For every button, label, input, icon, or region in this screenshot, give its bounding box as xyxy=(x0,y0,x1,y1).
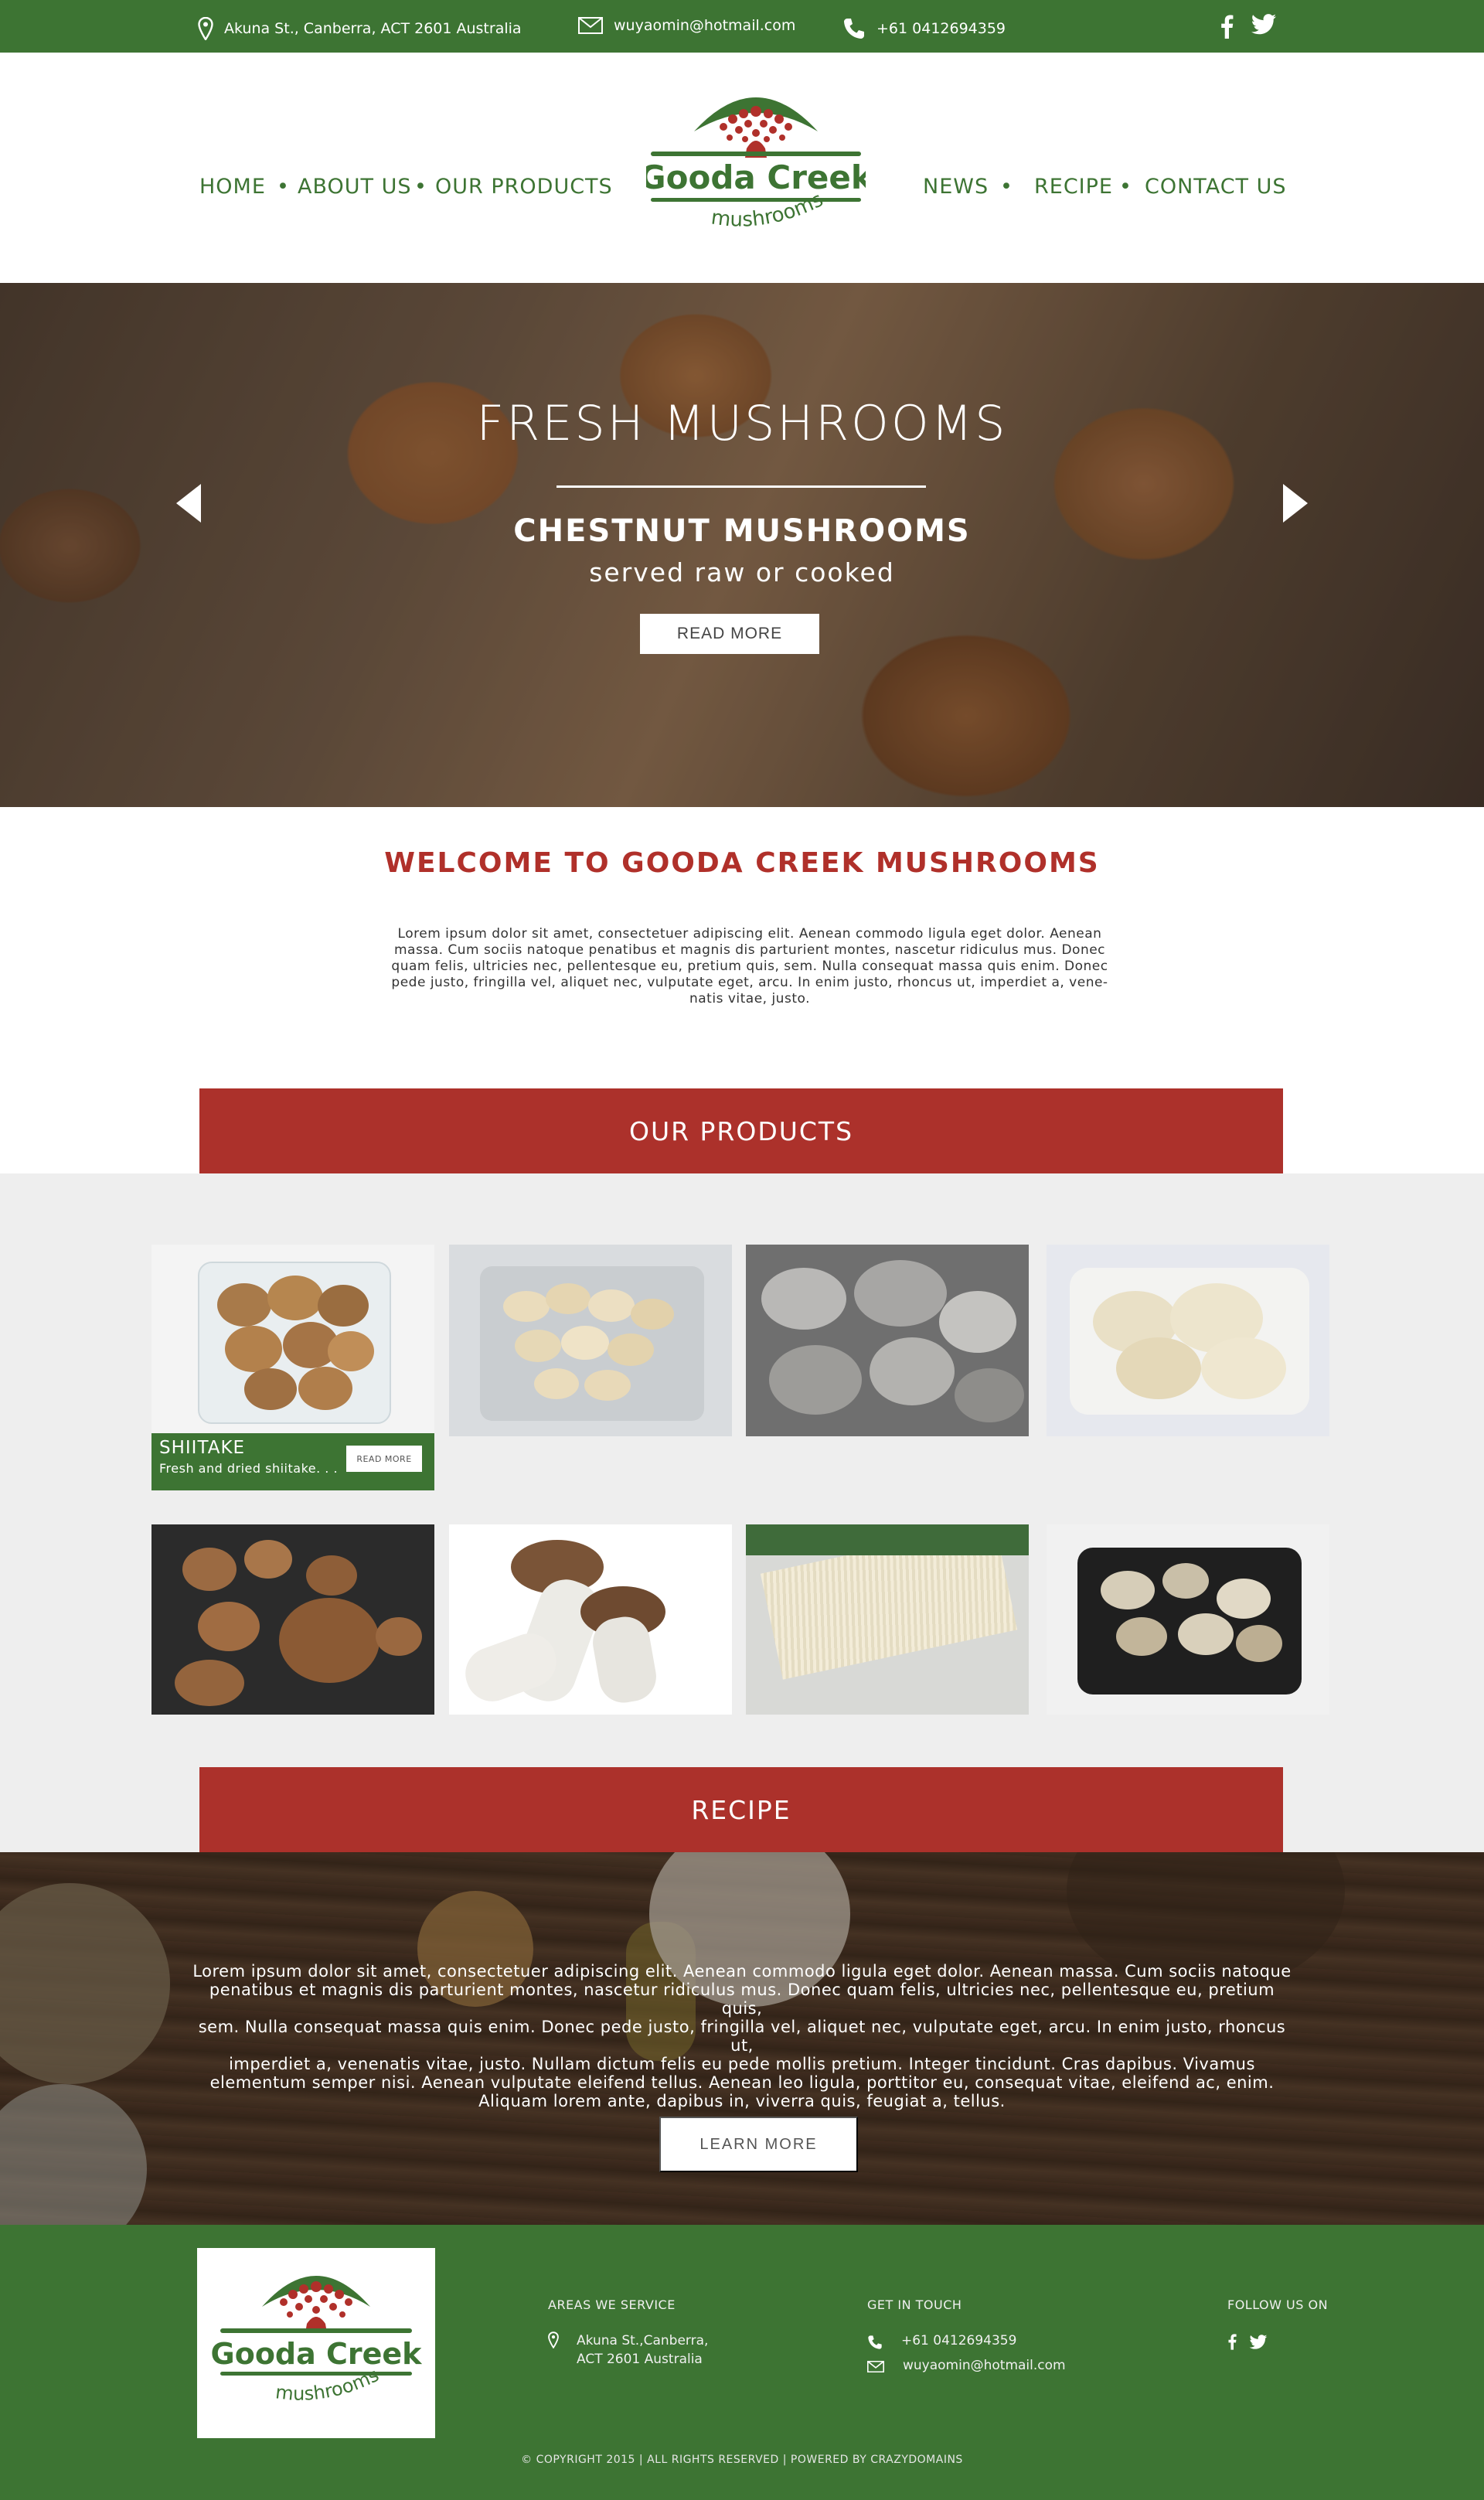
nav-separator: • xyxy=(414,175,427,199)
footer-address: Akuna St.,Canberra, ACT 2601 Australia xyxy=(577,2331,708,2369)
product-read-more-button[interactable]: READ MORE xyxy=(346,1446,422,1472)
our-products-heading: OUR PRODUCTS xyxy=(199,1088,1283,1173)
welcome-line: massa. Cum sociis natoque penatibus et m… xyxy=(393,942,1106,958)
footer-copyright: © COPYRIGHT 2015 | ALL RIGHTS RESERVED |… xyxy=(521,2454,963,2466)
nav-separator: • xyxy=(1119,175,1132,199)
product-caption-shiitake: SHIITAKE Fresh and dried shiitake. . . R… xyxy=(151,1433,434,1490)
footer-contact-heading: GET IN TOUCH xyxy=(867,2297,962,2312)
product-tile-enoki[interactable] xyxy=(746,1524,1029,1715)
footer-phone[interactable]: +61 0412694359 xyxy=(901,2331,1016,2350)
recipe-line: Lorem ipsum dolor sit amet, consectetuer… xyxy=(192,1962,1292,1981)
recipe-text: Lorem ipsum dolor sit amet, consectetuer… xyxy=(190,1962,1294,2110)
product-tile-mixed-tray[interactable] xyxy=(1047,1524,1329,1715)
welcome-line: Lorem ipsum dolor sit amet, consectetuer… xyxy=(397,926,1102,942)
nav-home[interactable]: HOME xyxy=(199,175,266,199)
nav-our-products[interactable]: OUR PRODUCTS xyxy=(435,175,613,199)
footer-mushroom-logo-graphic: Gooda Creek mushrooms xyxy=(211,2276,423,2405)
footer-twitter-icon[interactable] xyxy=(1249,2335,1268,2350)
topbar-social xyxy=(1220,14,1277,39)
mushroom-logo-graphic: Gooda Creek mushrooms xyxy=(639,97,873,232)
product-tile-oyster-grey[interactable] xyxy=(746,1245,1029,1436)
product-tile-white-beech[interactable] xyxy=(449,1245,732,1436)
welcome-line: natis vitae, justo. xyxy=(689,991,810,1006)
nav-about-us[interactable]: ABOUT US xyxy=(298,175,412,199)
nav-separator: • xyxy=(1000,175,1013,199)
recipe-heading: RECIPE xyxy=(199,1767,1283,1852)
recipe-line: sem. Nulla consequat massa quis enim. Do… xyxy=(198,2018,1286,2055)
recipe-line: penatibus et magnis dis parturient monte… xyxy=(209,1981,1275,2018)
header-logo[interactable]: Gooda Creek mushrooms xyxy=(639,71,873,252)
topbar-phone[interactable]: +61 0412694359 xyxy=(842,17,1006,40)
hero-read-more-button[interactable]: READ MORE xyxy=(640,614,819,654)
product-name: SHIITAKE xyxy=(159,1438,246,1458)
footer-areas-heading: AREAS WE SERVICE xyxy=(548,2297,676,2312)
logo-title: Gooda Creek xyxy=(646,158,866,196)
footer-location-pin-icon xyxy=(548,2331,559,2348)
topbar-phone-text[interactable]: +61 0412694359 xyxy=(876,20,1006,37)
product-tile-king-oyster[interactable] xyxy=(449,1524,732,1715)
welcome-title: WELCOME TO GOODA CREEK MUSHROOMS xyxy=(384,847,1100,879)
topbar-email-text[interactable]: wuyaomin@hotmail.com xyxy=(614,17,795,34)
footer-email[interactable]: wuyaomin@hotmail.com xyxy=(903,2356,1066,2375)
hero-title: FRESH MUSHROOMS xyxy=(476,395,1008,451)
product-tile-oyster-white[interactable] xyxy=(1047,1245,1329,1436)
topbar-email[interactable]: wuyaomin@hotmail.com xyxy=(578,17,795,34)
hero-subtitle: CHESTNUT MUSHROOMS xyxy=(513,513,971,549)
product-tile-chestnut[interactable] xyxy=(151,1524,434,1715)
recipe-line: imperdiet a, venenatis vitae, justo. Nul… xyxy=(229,2055,1255,2073)
facebook-icon[interactable] xyxy=(1220,14,1234,39)
site-footer: Gooda Creek mushrooms AREAS WE SERVICE A… xyxy=(0,2225,1484,2500)
footer-address-line: Akuna St.,Canberra, xyxy=(577,2333,709,2348)
nav-contact-us[interactable]: CONTACT US xyxy=(1145,175,1287,199)
top-contact-bar: Akuna St., Canberra, ACT 2601 Australia … xyxy=(0,0,1484,53)
footer-logo-title: Gooda Creek xyxy=(211,2337,423,2371)
location-pin-icon xyxy=(198,17,213,40)
nav-recipe[interactable]: RECIPE xyxy=(1034,175,1113,199)
nav-news[interactable]: NEWS xyxy=(923,175,989,199)
hero-slider: FRESH MUSHROOMS CHESTNUT MUSHROOMS serve… xyxy=(0,283,1484,807)
footer-follow-heading: FOLLOW US ON xyxy=(1227,2297,1329,2312)
phone-icon xyxy=(844,19,864,39)
welcome-line: quam felis, ultricies nec, pellentesque … xyxy=(391,959,1108,974)
hero-tagline: served raw or cooked xyxy=(589,557,895,588)
twitter-icon[interactable] xyxy=(1251,14,1277,36)
footer-envelope-icon xyxy=(867,2361,884,2372)
welcome-line: pede justo, fringilla vel, aliquet nec, … xyxy=(391,975,1108,990)
recipe-line: elementum semper nisi. Aenean vulputate … xyxy=(209,2073,1275,2092)
welcome-text: Lorem ipsum dolor sit amet, consectetuer… xyxy=(352,926,1148,1007)
envelope-icon xyxy=(578,17,603,34)
footer-address-line: ACT 2601 Australia xyxy=(577,2352,703,2367)
topbar-address-text: Akuna St., Canberra, ACT 2601 Australia xyxy=(224,20,522,37)
product-desc: Fresh and dried shiitake. . . xyxy=(159,1461,339,1476)
recipe-section: Lorem ipsum dolor sit amet, consectetuer… xyxy=(0,1852,1484,2225)
product-tile-shiitake[interactable] xyxy=(151,1245,434,1433)
footer-phone-icon xyxy=(868,2335,882,2349)
recipe-line: Aliquam lorem ante, dapibus in, viverra … xyxy=(478,2092,1006,2110)
nav-separator: • xyxy=(277,175,289,199)
hero-divider xyxy=(556,485,926,488)
topbar-address: Akuna St., Canberra, ACT 2601 Australia xyxy=(198,17,522,40)
recipe-learn-more-button[interactable]: LEARN MORE xyxy=(659,2117,858,2172)
footer-logo[interactable]: Gooda Creek mushrooms xyxy=(197,2248,435,2438)
footer-facebook-icon[interactable] xyxy=(1227,2333,1237,2350)
